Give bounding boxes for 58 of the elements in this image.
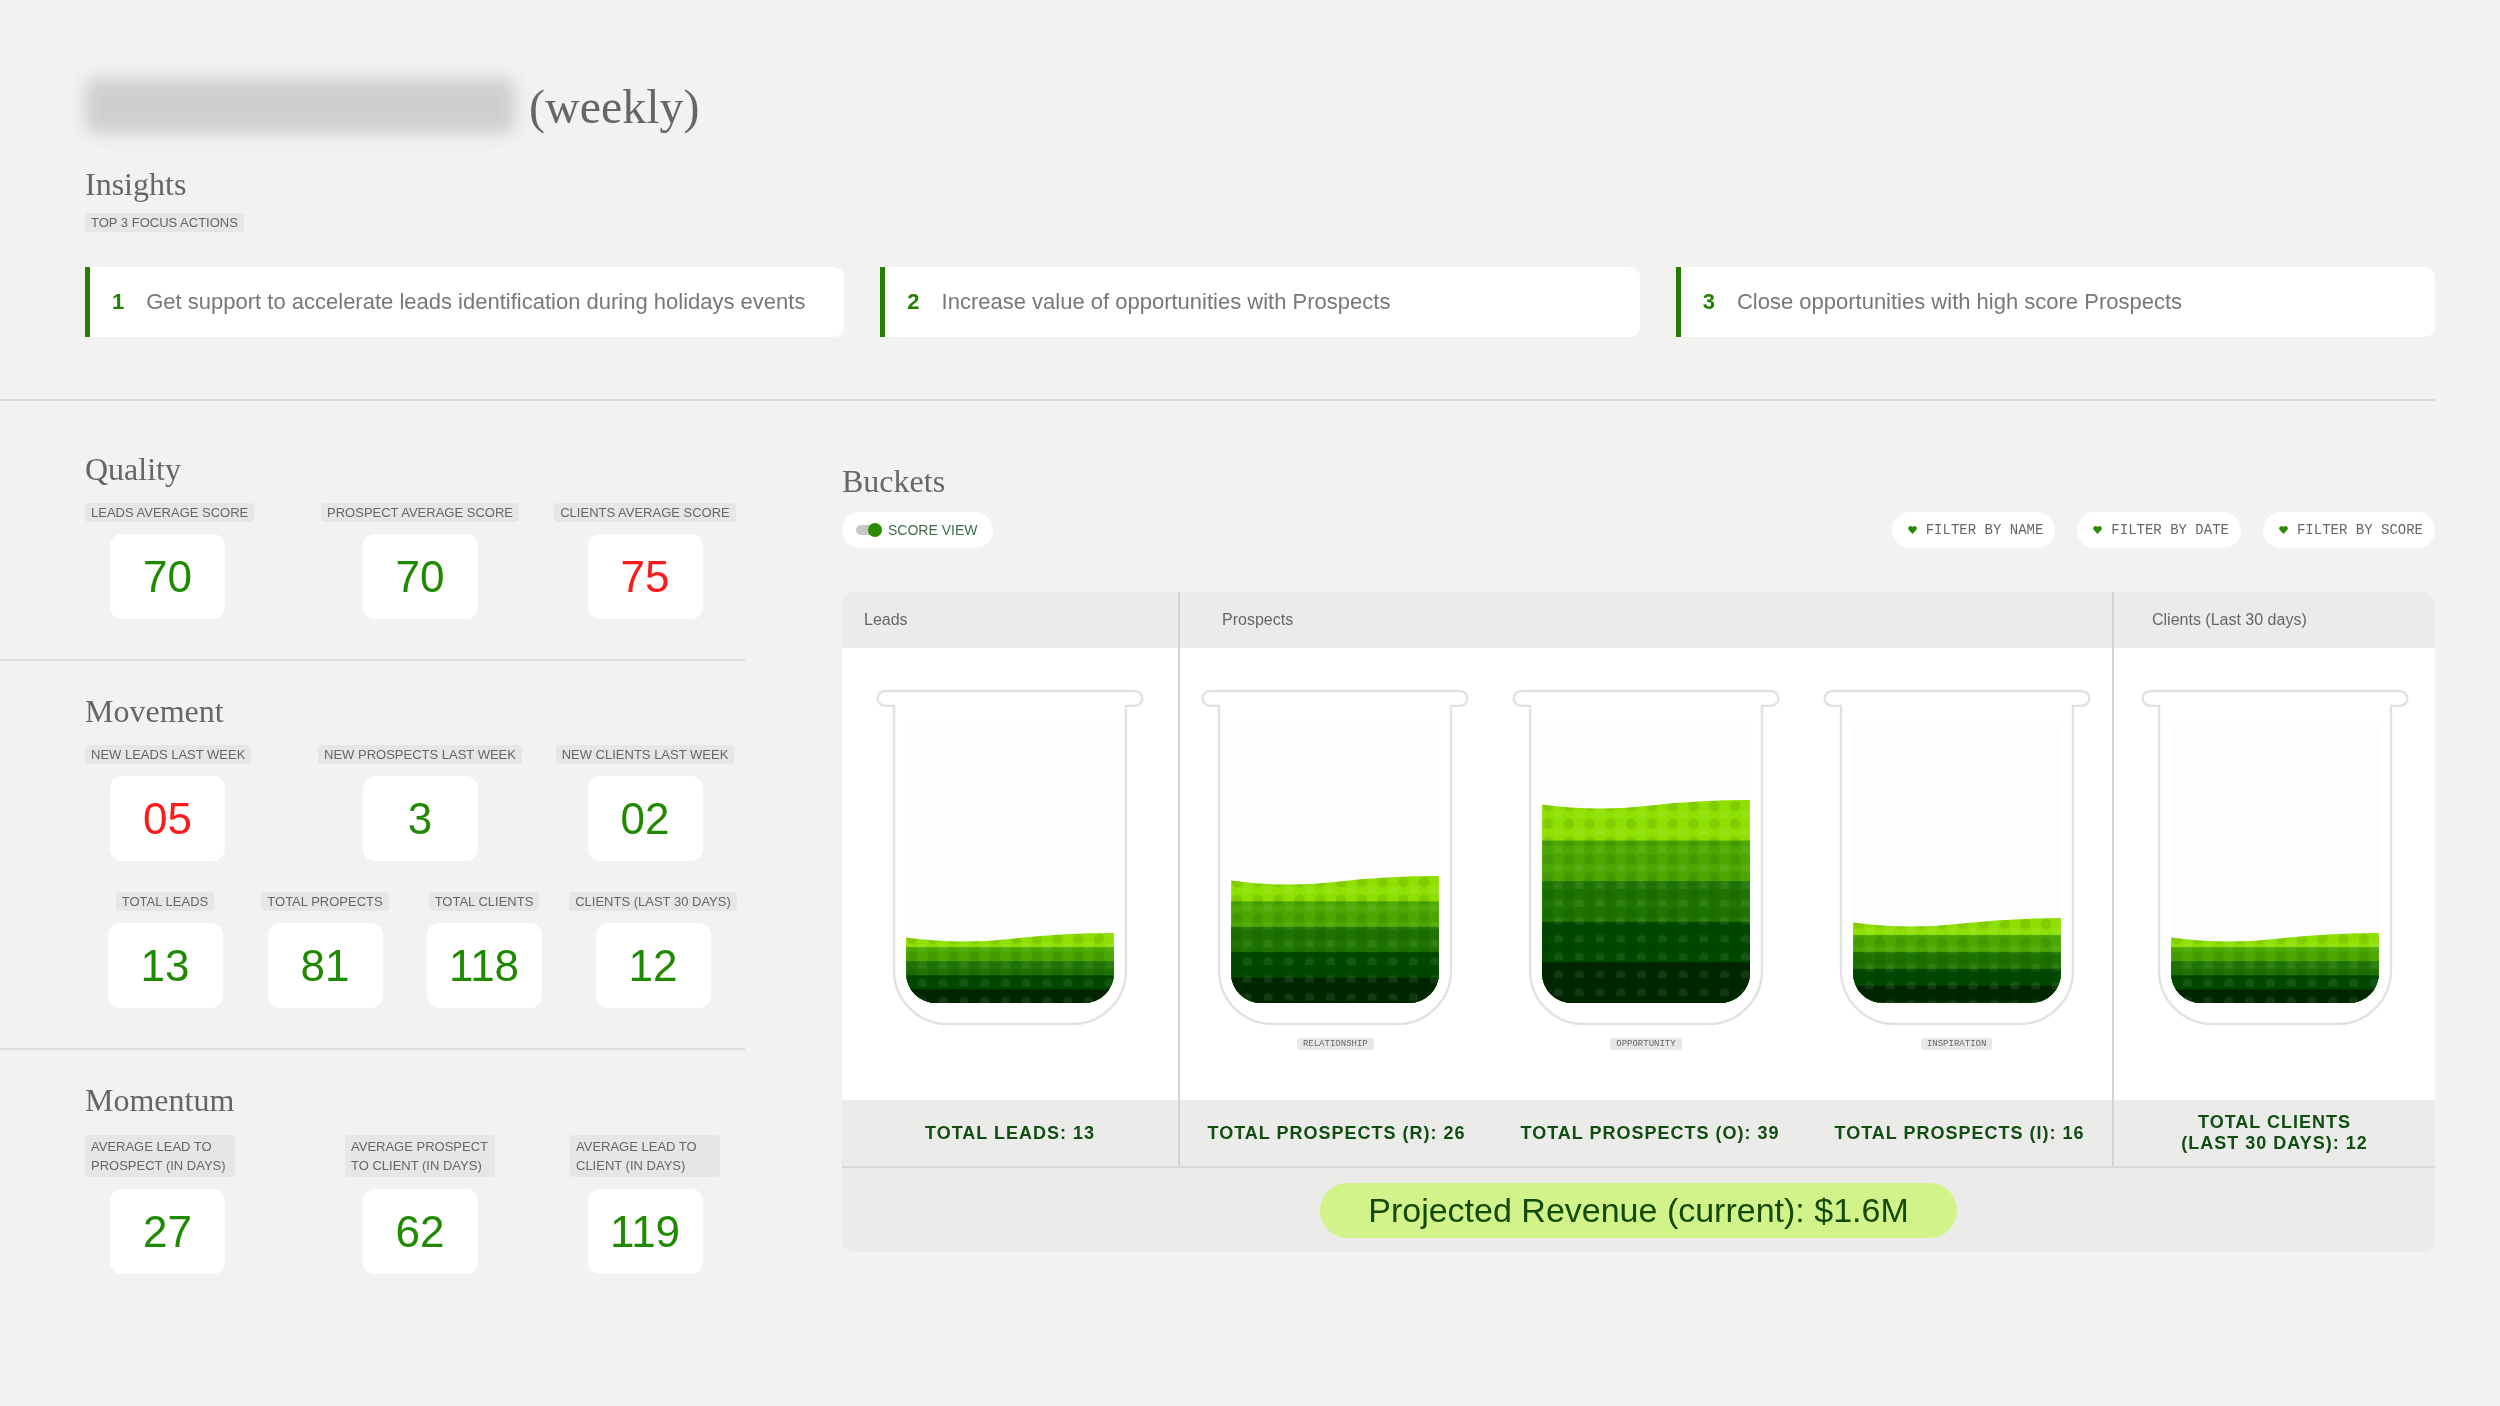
projected-revenue-badge: Projected Revenue (current): $1.6M [1320, 1182, 1957, 1238]
heart-icon [2093, 526, 2103, 534]
metric-value: 02 [620, 793, 670, 844]
action-number: 3 [1702, 289, 1715, 315]
heart-icon [1907, 526, 1917, 534]
action-text: Get support to accelerate leads identification during holidays events [146, 289, 806, 315]
section-heading: Momentum [85, 1082, 236, 1119]
metric-label: AVERAGE LEAD TO CLIENT (IN DAYS) [570, 1135, 720, 1177]
metric-label: AVERAGE PROSPECT TO CLIENT (IN DAYS) [345, 1135, 495, 1177]
action-number: 2 [907, 289, 920, 315]
metric-value: 118 [448, 940, 520, 991]
section-heading: Buckets [842, 463, 947, 500]
heart-icon [2278, 526, 2288, 534]
bucket-total: TOTAL PROSPECTS (I): 16 [1834, 1122, 2085, 1144]
column-header: Leads [864, 611, 908, 629]
metric-label: NEW LEADS LAST WEEK [85, 745, 252, 764]
bucket-total: TOTAL PROSPECTS (R): 26 [1207, 1122, 1466, 1144]
metric-value: 05 [143, 793, 192, 844]
metric-label: TOTAL CLIENTS [428, 892, 540, 911]
beaker-caption: OPPORTUNITY [1610, 1038, 1682, 1050]
filter-button[interactable]: FILTER BY DATE [2077, 512, 2241, 548]
section-heading: Quality [85, 451, 182, 488]
action-text: Increase value of opportunities with Prospects [941, 289, 1391, 315]
metric-value: 75 [620, 551, 670, 602]
page-title: (weekly) [529, 78, 700, 134]
metric-value: 119 [609, 1206, 681, 1257]
section-heading: Insights [85, 166, 188, 203]
metric-label: AVERAGE LEAD TO PROSPECT (IN DAYS) [85, 1135, 235, 1177]
section-heading: Movement [85, 693, 225, 730]
metric-label: TOTAL PROPECTS [261, 892, 389, 911]
filter-button[interactable]: FILTER BY NAME [1891, 512, 2056, 548]
metric-value: 3 [407, 793, 433, 844]
metric-label: NEW CLIENTS LAST WEEK [555, 745, 735, 764]
metric-label: NEW PROSPECTS LAST WEEK [318, 745, 522, 764]
metric-label: LEADS AVERAGE SCORE [85, 503, 255, 522]
action-number: 1 [112, 289, 125, 315]
metric-label: CLIENTS AVERAGE SCORE [554, 503, 736, 522]
metric-label: PROSPECT AVERAGE SCORE [321, 503, 519, 522]
bucket-total: TOTAL PROSPECTS (O): 39 [1520, 1122, 1780, 1144]
column-header: Prospects [1222, 611, 1294, 629]
column-header: Clients (Last 30 days) [2152, 611, 2307, 629]
bucket-total: TOTAL LEADS: 13 [925, 1122, 1095, 1144]
bucket-total: TOTAL CLIENTS (LAST 30 DAYS): 12 [2180, 1112, 2369, 1154]
action-text: Close opportunities with high score Prospects [1736, 289, 2183, 315]
metric-value: 13 [140, 940, 190, 991]
metric-label: TOTAL LEADS [115, 892, 215, 911]
beaker-caption: RELATIONSHIP [1296, 1038, 1374, 1050]
filter-button[interactable]: FILTER BY SCORE [2262, 512, 2435, 548]
metric-value: 12 [628, 940, 678, 991]
section-tag: TOP 3 FOCUS ACTIONS [85, 213, 244, 232]
metric-label: CLIENTS (LAST 30 DAYS) [569, 892, 737, 911]
metric-value: 70 [143, 551, 192, 602]
beaker-caption: INSPIRATION [1920, 1038, 1993, 1050]
score-view-toggle[interactable]: SCORE VIEW [842, 512, 994, 548]
metric-value: 27 [143, 1206, 192, 1257]
metric-value: 70 [395, 551, 445, 602]
metric-value: 62 [395, 1206, 445, 1257]
metric-value: 81 [300, 940, 350, 991]
